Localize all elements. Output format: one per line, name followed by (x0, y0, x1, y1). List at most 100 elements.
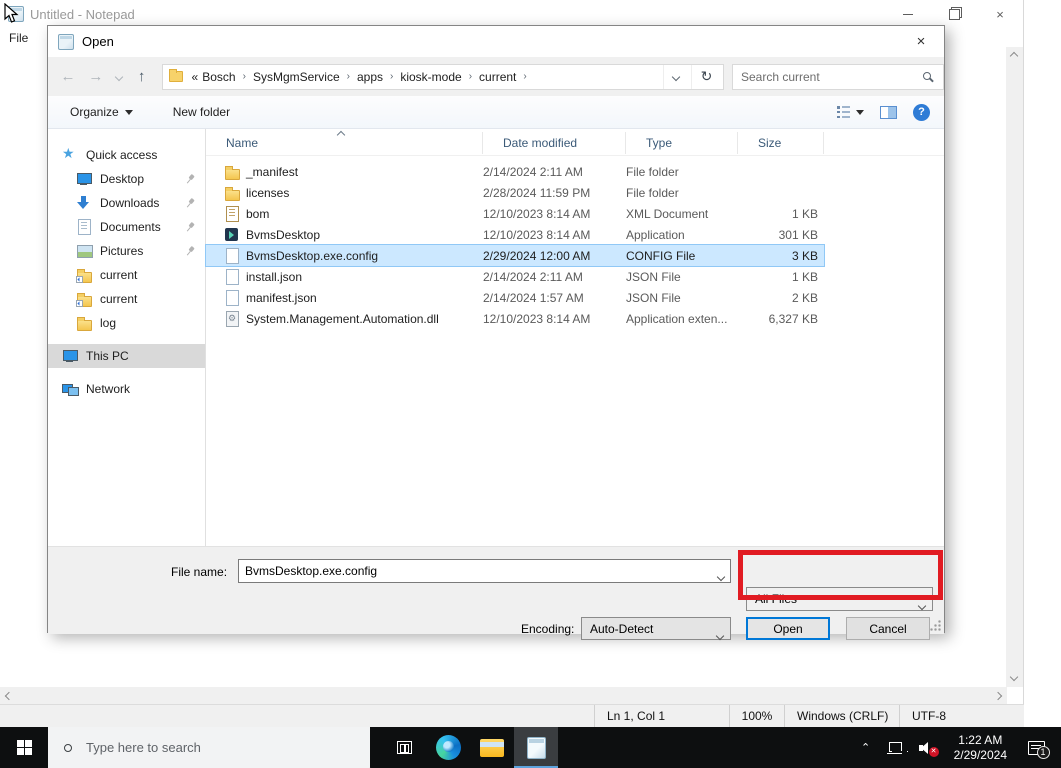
file-row[interactable]: licenses 2/28/2024 11:59 PM File folder (206, 182, 824, 203)
resize-grip-icon[interactable] (929, 619, 941, 631)
sidebar-item-desktop[interactable]: Desktop (48, 167, 205, 191)
restore-button[interactable] (931, 0, 977, 28)
notepad-statusbar: Ln 1, Col 1 100% Windows (CRLF) UTF-8 (0, 704, 1024, 727)
recent-locations-icon[interactable] (110, 64, 128, 90)
scroll-right-icon[interactable] (994, 692, 1002, 700)
file-type-dropdown[interactable]: All Files (746, 587, 933, 611)
breadcrumb-item[interactable]: Bosch (200, 70, 237, 84)
file-rows: _manifest 2/14/2024 2:11 AM File folder … (206, 161, 944, 329)
this-pc-icon (62, 348, 78, 364)
breadcrumb-item[interactable]: kiosk-mode (398, 70, 463, 84)
file-row[interactable]: _manifest 2/14/2024 2:11 AM File folder (206, 161, 824, 182)
file-row[interactable]: BvmsDesktop 12/10/2023 8:14 AM Applicati… (206, 224, 824, 245)
notepad-taskbar-button[interactable] (514, 727, 558, 768)
task-view-button[interactable] (382, 727, 426, 768)
edge-button[interactable] (426, 727, 470, 768)
sidebar-item-quick-access[interactable]: Quick access (48, 143, 205, 167)
dialog-body: Quick access Desktop Downloads Documents (48, 129, 944, 546)
address-dropdown-icon[interactable] (663, 65, 689, 89)
file-row[interactable]: bom 12/10/2023 8:14 AM XML Document 1 KB (206, 203, 824, 224)
views-button[interactable] (837, 106, 864, 118)
file-row-selected[interactable]: BvmsDesktop.exe.config 2/29/2024 12:00 A… (206, 245, 824, 266)
sidebar-label: Desktop (100, 172, 144, 186)
start-button[interactable] (0, 727, 48, 768)
breadcrumb-separator: › (385, 71, 398, 82)
taskbar-clock[interactable]: 1:22 AM 2/29/2024 (948, 733, 1013, 763)
sidebar-item-pictures[interactable]: Pictures (48, 239, 205, 263)
chevron-down-icon[interactable] (718, 569, 724, 583)
chevron-down-icon (717, 628, 723, 642)
breadcrumb-item[interactable]: current (477, 70, 518, 84)
status-zoom: 100% (730, 705, 785, 727)
encoding-dropdown[interactable]: Auto-Detect (581, 617, 731, 640)
system-tray: ⌃ ✕ 1:22 AM 2/29/2024 1 (856, 727, 1061, 768)
sidebar-item-network[interactable]: Network (48, 377, 205, 401)
breadcrumb-separator: › (464, 71, 477, 82)
new-folder-button[interactable]: New folder (173, 105, 230, 119)
status-encoding: UTF-8 (900, 705, 1024, 727)
dialog-close-button[interactable]: × (904, 28, 938, 54)
json-file-icon (224, 269, 240, 285)
refresh-icon[interactable]: ↻ (691, 65, 721, 89)
file-name-combobox (238, 559, 731, 583)
new-folder-label: New folder (173, 105, 230, 119)
breadcrumb-item[interactable]: apps (355, 70, 385, 84)
file-row[interactable]: System.Management.Automation.dll 12/10/2… (206, 308, 824, 329)
sidebar-item-current[interactable]: current (48, 263, 205, 287)
back-button[interactable]: ← (54, 64, 82, 90)
sidebar-item-this-pc[interactable]: This PC (48, 344, 205, 368)
forward-button[interactable]: → (82, 64, 110, 90)
sidebar-item-documents[interactable]: Documents (48, 215, 205, 239)
pin-icon (183, 172, 197, 186)
vertical-scrollbar[interactable] (1006, 47, 1023, 687)
column-header-type[interactable]: Type (626, 132, 738, 154)
sidebar-label: Quick access (86, 148, 157, 162)
up-button[interactable]: ↑ (128, 64, 156, 90)
status-line-ending: Windows (CRLF) (785, 705, 900, 727)
file-explorer-button[interactable] (470, 727, 514, 768)
help-button[interactable]: ? (913, 104, 930, 121)
file-name-input[interactable] (245, 561, 705, 581)
folder-shortcut-icon (76, 291, 92, 307)
sidebar-item-current[interactable]: current (48, 287, 205, 311)
horizontal-scrollbar[interactable] (0, 687, 1007, 704)
notepad-icon (527, 737, 546, 759)
sidebar-item-log[interactable]: log (48, 311, 205, 335)
volume-tray-button[interactable]: ✕ (914, 727, 942, 768)
file-row[interactable]: install.json 2/14/2024 2:11 AM JSON File… (206, 266, 824, 287)
clock-date: 2/29/2024 (954, 748, 1007, 763)
cancel-button[interactable]: Cancel (846, 617, 930, 640)
scroll-down-icon[interactable] (1010, 673, 1018, 681)
network-tray-button[interactable] (882, 727, 908, 768)
menu-file[interactable]: File (9, 31, 28, 45)
column-header-size[interactable]: Size (738, 132, 824, 154)
window-controls: × (885, 0, 1023, 28)
file-row[interactable]: manifest.json 2/14/2024 1:57 AM JSON Fil… (206, 287, 824, 308)
windows-logo-icon (17, 740, 32, 755)
scroll-up-icon[interactable] (1010, 52, 1018, 60)
sidebar-label: current (100, 268, 137, 282)
organize-button[interactable]: Organize (70, 105, 133, 119)
taskbar-search[interactable]: Type here to search (48, 727, 370, 768)
preview-pane-button[interactable] (880, 106, 897, 119)
tray-expand-icon[interactable]: ⌃ (856, 741, 876, 754)
sidebar-item-downloads[interactable]: Downloads (48, 191, 205, 215)
folder-icon (76, 315, 92, 331)
close-button[interactable]: × (977, 0, 1023, 28)
breadcrumb[interactable]: « Bosch › SysMgmService › apps › kiosk-m… (162, 64, 724, 90)
scroll-left-icon[interactable] (5, 692, 13, 700)
search-input[interactable] (741, 65, 911, 89)
breadcrumb-prefix[interactable]: « (190, 70, 201, 84)
taskbar-search-placeholder: Type here to search (86, 740, 201, 755)
open-button[interactable]: Open (746, 617, 830, 640)
minimize-button[interactable] (885, 0, 931, 28)
sort-ascending-icon (338, 127, 344, 141)
search-icon[interactable] (923, 72, 931, 80)
pin-icon (183, 244, 197, 258)
breadcrumb-item[interactable]: SysMgmService (251, 70, 342, 84)
xml-file-icon (224, 206, 240, 222)
application-icon (224, 227, 240, 243)
column-header-date-modified[interactable]: Date modified (483, 132, 626, 154)
action-center-button[interactable]: 1 (1019, 727, 1053, 768)
downloads-icon (76, 195, 92, 211)
